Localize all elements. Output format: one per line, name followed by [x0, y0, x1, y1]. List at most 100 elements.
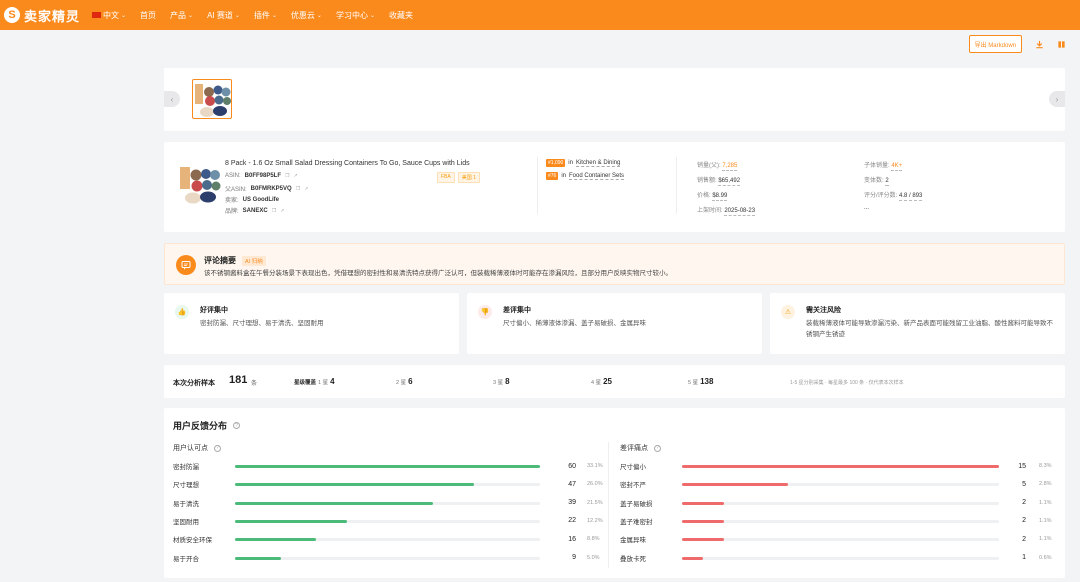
stat-value: ...	[864, 205, 870, 211]
gallery-prev-button[interactable]: ‹	[164, 91, 180, 107]
nav-item-label: 学习中心	[335, 10, 368, 20]
bar-count: 16	[568, 535, 576, 543]
bar-fill	[682, 501, 725, 505]
stat-label: 价格:	[697, 193, 711, 199]
bar-pct: 8.3%	[1039, 463, 1052, 469]
external-link-icon[interactable]: ↗	[280, 208, 284, 214]
bar-count: 60	[568, 462, 576, 470]
bar-fill	[682, 556, 704, 560]
bar-track	[682, 465, 999, 468]
chevron-left-icon: ‹	[170, 94, 174, 104]
bar-label: 密封不严	[620, 482, 646, 490]
top-navigation-bar: S 卖家精灵 中文 ⌄ 首页 产品 ⌄ AI 赛道 ⌄ 插件 ⌄ 优惠云 ⌄ 学习中心 ⌄ 收藏夹	[0, 0, 1080, 30]
rank-category-link[interactable]: Food Container Sets	[569, 173, 625, 180]
star-value: 8	[505, 377, 510, 386]
bar-track	[235, 465, 540, 468]
bar-track	[235, 501, 540, 505]
bar-count: 47	[568, 480, 576, 488]
star-label: 4 星	[591, 380, 602, 386]
nav-item-label: AI 赛道	[207, 10, 233, 20]
parent-asin-value[interactable]: B0FMRKP5VQ	[251, 186, 292, 192]
brand-label: 品牌:	[225, 209, 239, 215]
positive-column-title: 用户认可点 ?	[173, 443, 221, 453]
bar-count: 39	[568, 499, 576, 507]
export-markdown-button[interactable]: 导出 Markdown	[968, 35, 1022, 53]
bar-label: 密封防漏	[173, 464, 199, 471]
star-label: 2 星	[396, 380, 407, 386]
product-thumbnail[interactable]	[192, 79, 232, 119]
product-title[interactable]: 8 Pack - 1.6 Oz Small Salad Dressing Con…	[225, 160, 470, 167]
insight-card: 👎 差评集中 尺寸偏小、稀薄液体渗漏、盖子易破损、金属异味	[467, 293, 762, 354]
negative-title-text: 差评痛点	[620, 445, 648, 452]
help-icon[interactable]: ?	[214, 444, 221, 452]
rank-prep: in	[561, 173, 567, 179]
copy-icon[interactable]: ❐	[285, 173, 289, 179]
nav-item-label: 产品	[170, 10, 187, 20]
insight-title: 需关注风险	[806, 307, 841, 314]
bar-row: 易于开合 9 5.0%	[173, 553, 603, 563]
gallery-next-button[interactable]: ›	[1049, 91, 1065, 107]
ai-badge: AI 归纳	[242, 255, 266, 266]
external-link-icon[interactable]: ↗	[304, 186, 308, 192]
copy-icon[interactable]: ❐	[296, 186, 300, 192]
nav-item-2[interactable]: 产品 ⌄	[170, 10, 193, 21]
bar-label: 材质安全环保	[173, 537, 212, 545]
bar-row: 金属异味 2 1.1%	[620, 534, 1052, 545]
nav-item-3[interactable]: AI 赛道 ⌄	[207, 10, 240, 21]
asin-value[interactable]: B0FF98P5LF	[245, 173, 281, 179]
copy-icon[interactable]: ❐	[272, 208, 276, 214]
chevron-down-icon: ⌄	[121, 12, 127, 19]
bar-pct: 26.0%	[587, 481, 603, 488]
thumbs-up-icon: 👍	[175, 305, 189, 319]
external-link-icon[interactable]: ↗	[294, 173, 298, 179]
insight-title: 好评集中	[200, 307, 228, 314]
distribution-title: 用户反馈分布 ?	[173, 419, 241, 432]
star-count-5: 5 星 138	[688, 377, 713, 386]
insight-text: 装载稀薄液体可能导致渗漏污染、新产品表面可能残留工业油脂、酸性酱料可能导致不锈钢…	[806, 320, 1053, 338]
parent-asin-row: 父ASIN: B0FMRKP5VQ ❐ ↗	[225, 184, 308, 194]
divider	[676, 157, 677, 214]
nav-item-4[interactable]: 插件 ⌄	[254, 10, 277, 21]
bar-fill	[235, 519, 347, 523]
positive-title-text: 用户认可点	[173, 445, 208, 452]
sample-note: 1-5 星分别采集 · 每星最多 100 条 · 仅代表本次样本	[790, 380, 904, 386]
nav-item-1[interactable]: 首页	[140, 10, 156, 21]
product-stat: ...	[864, 205, 869, 211]
nav-item-7[interactable]: 收藏夹	[389, 10, 413, 21]
bar-pct: 1.1%	[1039, 517, 1052, 524]
product-image[interactable]	[178, 163, 222, 207]
star-count-3: 3 星8	[493, 377, 510, 386]
insight-text: 尺寸偏小、稀薄液体渗漏、盖子易破损、金属异味	[503, 320, 646, 327]
bar-fill	[235, 556, 281, 560]
chevron-down-icon: ⌄	[316, 12, 322, 19]
rank-row: #76 in Food Container Sets	[546, 172, 625, 180]
nav-item-5[interactable]: 优惠云 ⌄	[291, 10, 322, 21]
nav-item-0[interactable]: 中文 ⌄	[92, 10, 126, 21]
bar-label: 易于开合	[173, 555, 199, 563]
brand-value[interactable]: SANEXC	[243, 208, 268, 214]
product-stat: 销量(父): 7,285	[697, 160, 738, 171]
nav-item-6[interactable]: 学习中心 ⌄	[336, 10, 375, 21]
bar-track	[682, 501, 999, 505]
negative-column-title: 差评痛点 ?	[620, 443, 661, 453]
sample-unit: 条	[251, 381, 258, 387]
brand-logo[interactable]: S 卖家精灵	[4, 6, 80, 25]
star-label: 3 星	[493, 380, 504, 386]
stat-value: 2025-08-23	[724, 208, 756, 216]
download-icon[interactable]	[1034, 39, 1044, 49]
help-icon[interactable]: ?	[233, 422, 241, 429]
distribution-title-text: 用户反馈分布	[173, 421, 228, 431]
chat-icon	[176, 255, 196, 275]
book-icon[interactable]	[1056, 39, 1066, 49]
stat-label: 子体销量:	[864, 163, 890, 169]
help-icon[interactable]: ?	[654, 444, 661, 452]
rank-category-link[interactable]: Kitchen & Dining	[575, 160, 621, 167]
stat-value: 2	[885, 178, 889, 186]
seller-value[interactable]: US GoodLife	[243, 197, 279, 203]
bar-track	[235, 519, 540, 523]
bar-pct: 1.1%	[1039, 536, 1052, 543]
star-label: 1 星	[318, 380, 329, 386]
bar-label: 盖子难密封	[620, 518, 653, 526]
insight-card: ⚠ 需关注风险 装载稀薄液体可能导致渗漏污染、新产品表面可能残留工业油脂、酸性酱料可…	[770, 293, 1065, 354]
stat-label: 变体数:	[864, 178, 884, 184]
